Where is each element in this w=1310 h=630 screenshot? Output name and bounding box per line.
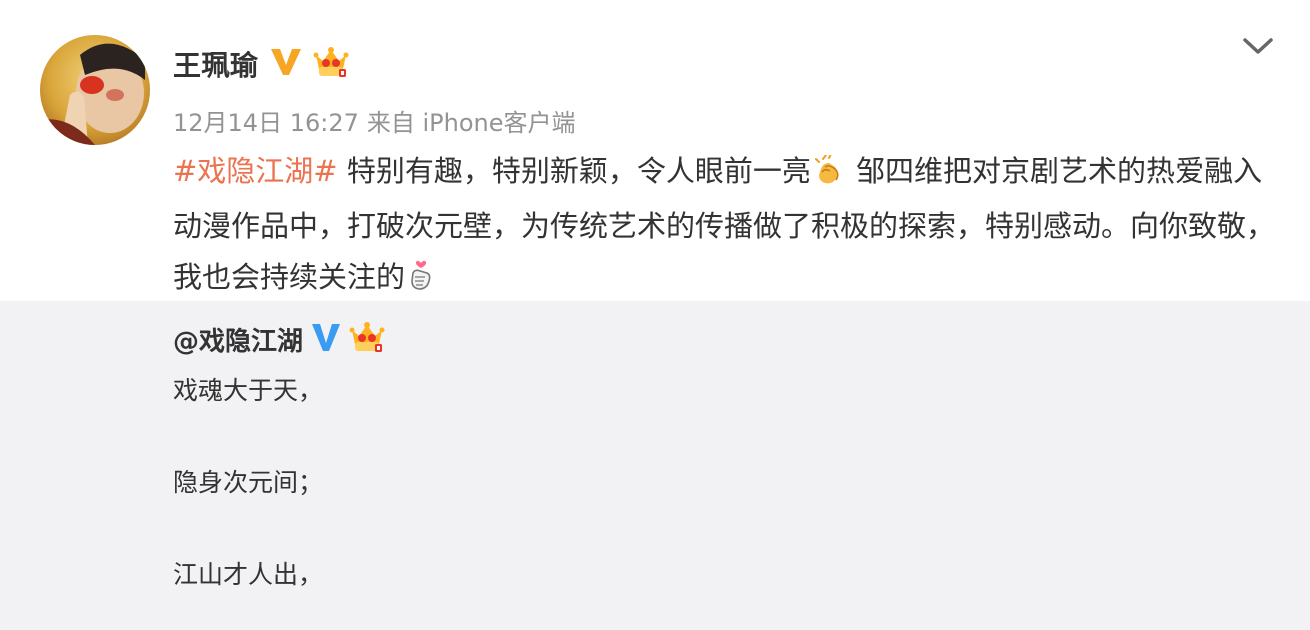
author-row: 王珮瑜 bbox=[173, 44, 349, 84]
repost-text-line: 隐身次元间； bbox=[173, 468, 324, 497]
repost-author-row: @戏隐江湖 bbox=[173, 321, 385, 357]
avatar-image bbox=[40, 35, 150, 145]
vip-crown-icon[interactable] bbox=[313, 45, 349, 83]
post-text-part-1: 特别有趣，特别新颖，令人眼前一亮 bbox=[337, 154, 811, 188]
post-source: 来自 iPhone客户端 bbox=[366, 109, 576, 137]
repost-card[interactable]: @戏隐江湖 戏魂大于天， 隐身次元间； 江山才人出， bbox=[0, 301, 1310, 630]
clapping-hands-emoji bbox=[813, 150, 845, 201]
repost-text-line: 戏魂大于天， bbox=[173, 376, 324, 405]
repost-author-name[interactable]: @戏隐江湖 bbox=[173, 321, 303, 358]
repost-text-line: 江山才人出， bbox=[173, 560, 324, 589]
post-text: #戏隐江湖# 特别有趣，特别新颖，令人眼前一亮 邹四维把对京剧艺术的热爱融入动漫… bbox=[173, 146, 1283, 307]
post-meta: 12月14日 16:27 来自 iPhone客户端 bbox=[173, 103, 576, 138]
topic-link[interactable]: #戏隐江湖# bbox=[173, 154, 338, 188]
author-avatar[interactable] bbox=[40, 35, 150, 145]
post-time[interactable]: 12月14日 16:27 bbox=[173, 109, 359, 137]
chevron-down-icon[interactable] bbox=[1240, 28, 1276, 64]
verified-v-blue-icon bbox=[311, 321, 341, 357]
finger-heart-emoji bbox=[407, 256, 435, 307]
author-name[interactable]: 王珮瑜 bbox=[173, 44, 259, 84]
vip-crown-icon[interactable] bbox=[349, 320, 385, 358]
verified-v-gold-icon bbox=[269, 47, 303, 81]
